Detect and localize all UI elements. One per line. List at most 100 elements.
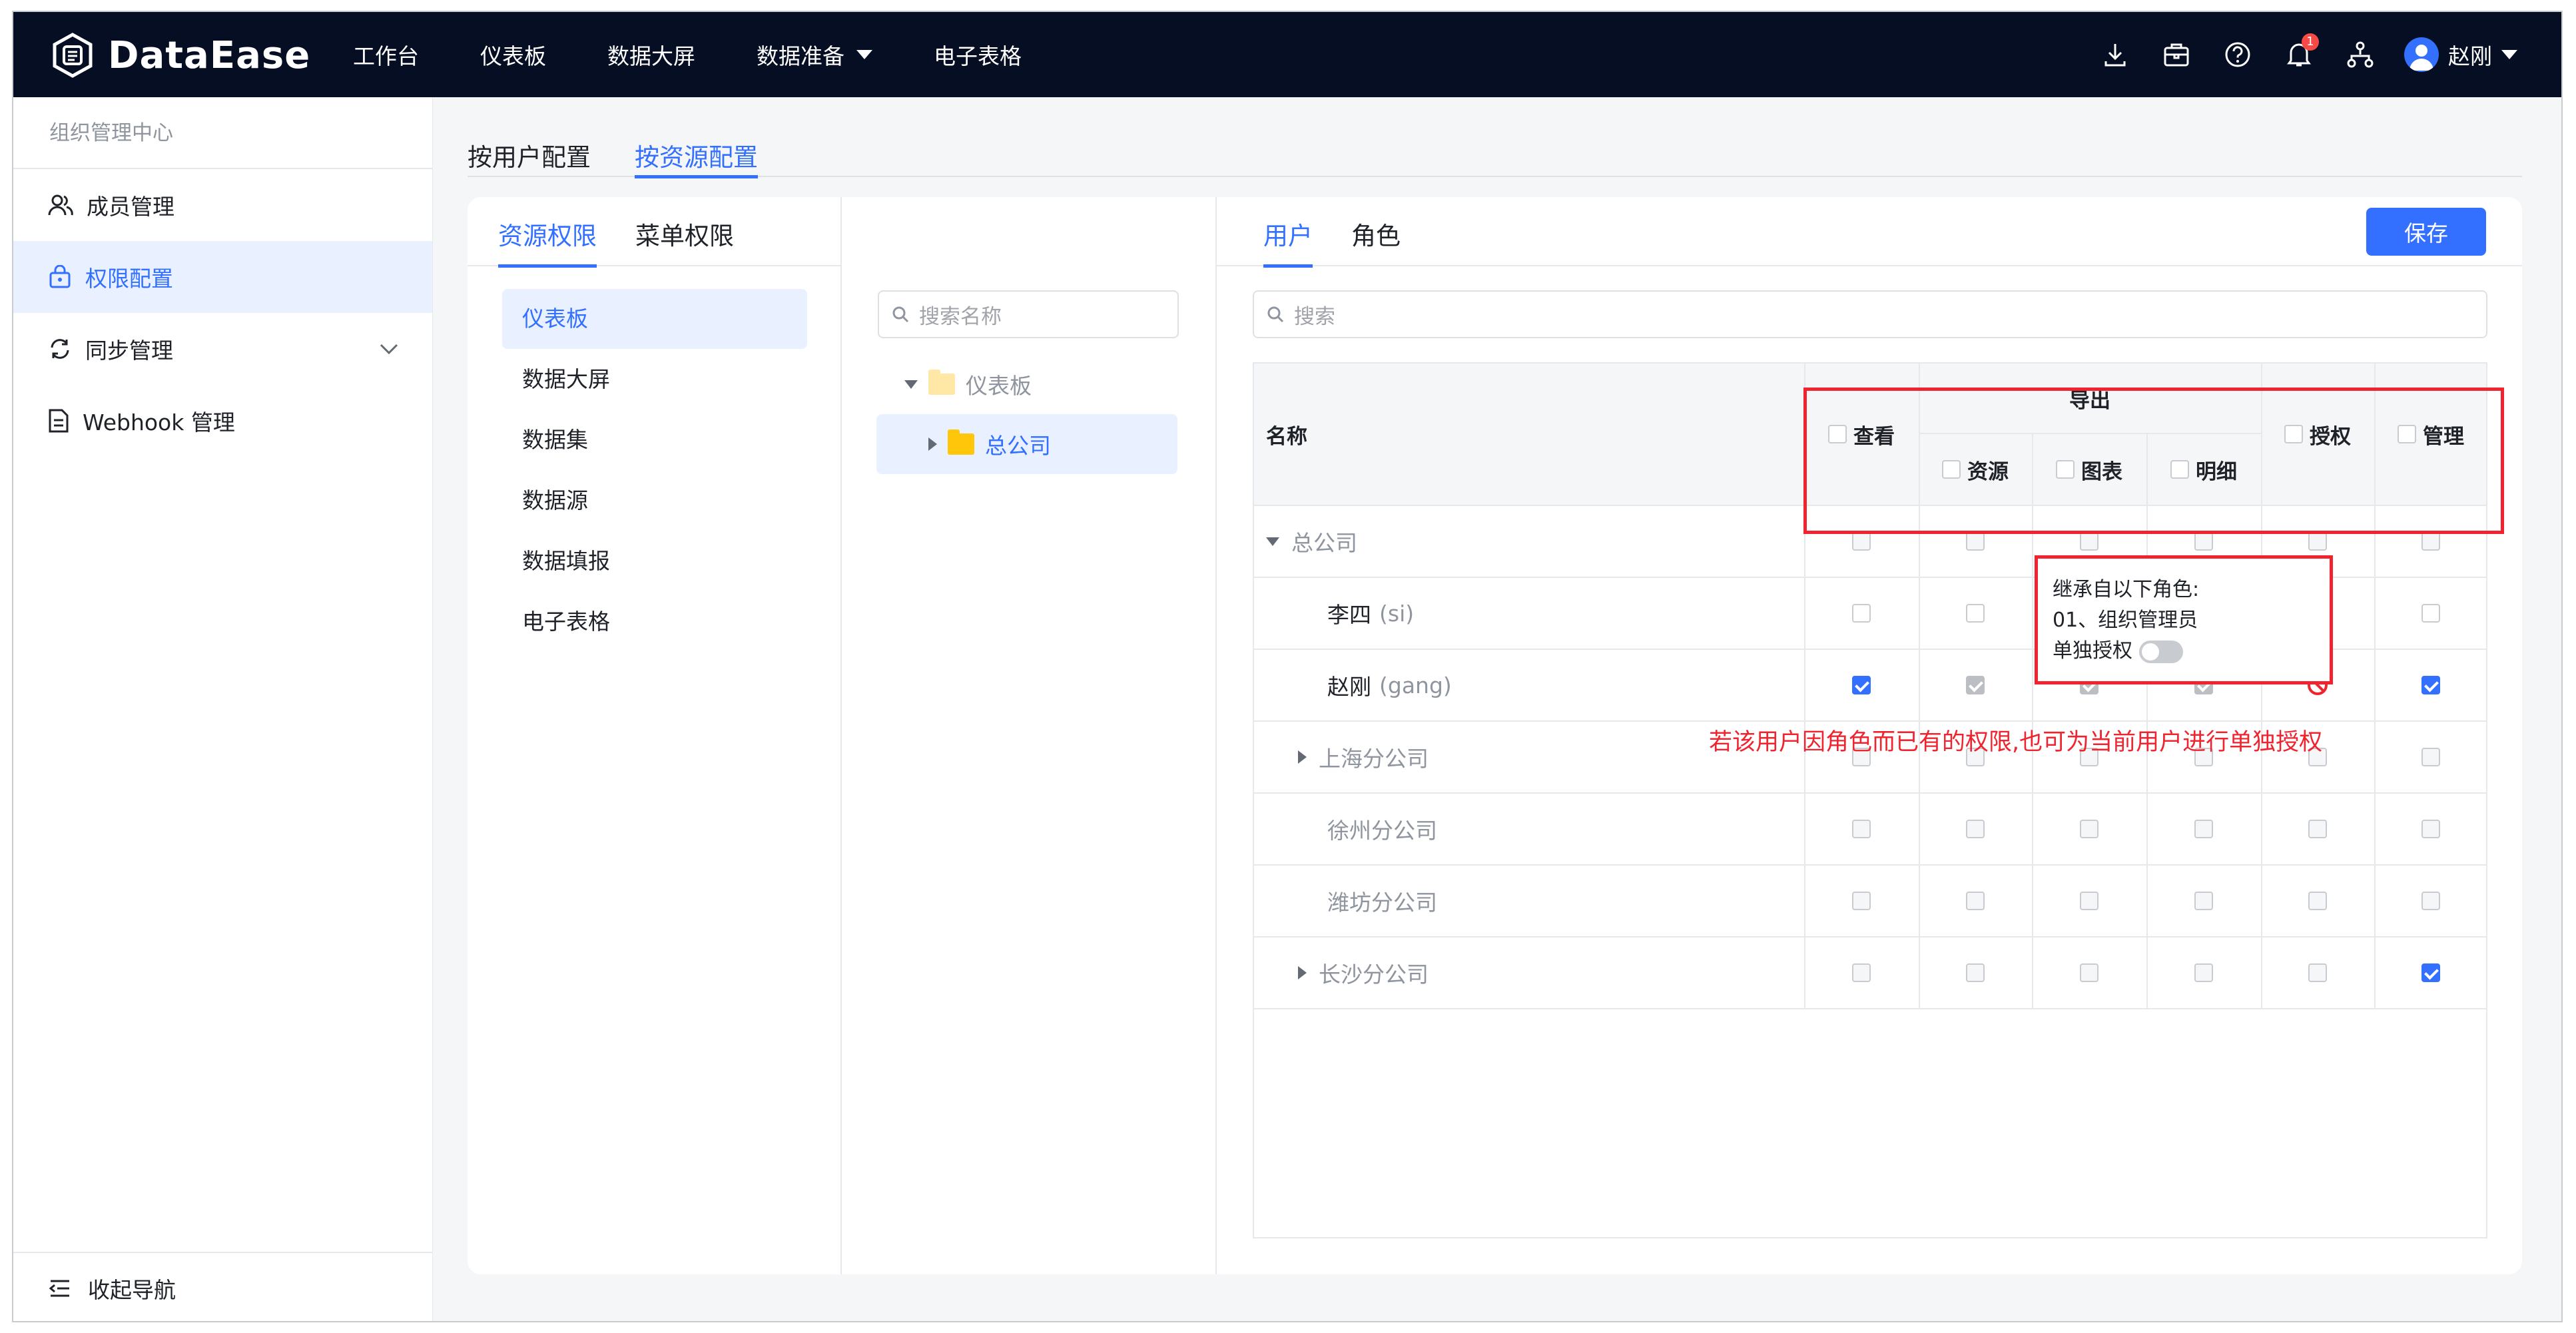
permission-checkbox[interactable] [1852, 676, 1871, 694]
list-item[interactable]: 电子表格 [502, 592, 807, 652]
permission-checkbox[interactable] [2421, 748, 2440, 766]
sidebar-item-label: Webhook 管理 [83, 409, 235, 435]
caret-down-icon [904, 380, 918, 389]
notification-bell-icon[interactable]: 1 [2282, 33, 2319, 72]
permission-checkbox[interactable] [2308, 892, 2327, 910]
table-cell [2374, 722, 2487, 792]
permission-checkbox[interactable] [1852, 532, 1871, 551]
tree-node-head-office[interactable]: 总公司 [876, 414, 1177, 474]
permission-checkbox[interactable] [2308, 532, 2327, 551]
permission-checkbox[interactable] [1966, 820, 1985, 838]
row-name-label: 上海分公司 [1319, 746, 1429, 772]
notification-badge: 1 [2302, 33, 2319, 51]
nav-item-screen[interactable]: 数据大屏 [607, 39, 695, 71]
table-cell [2374, 866, 2487, 936]
tab-resource-permission[interactable]: 资源权限 [498, 216, 597, 268]
nav-item-spreadsheet[interactable]: 电子表格 [934, 39, 1022, 71]
separate-grant-toggle[interactable] [2139, 640, 2183, 663]
list-item[interactable]: 数据集 [502, 410, 807, 470]
list-item[interactable]: 数据大屏 [502, 350, 807, 409]
list-item[interactable]: 数据填报 [502, 531, 807, 591]
sidebar-item-webhook[interactable]: Webhook 管理 [13, 385, 432, 457]
tab-users[interactable]: 用户 [1263, 216, 1313, 268]
permission-checkbox[interactable] [2194, 532, 2213, 551]
collapse-nav-button[interactable]: 收起导航 [13, 1252, 432, 1321]
permission-checkbox[interactable] [1966, 604, 1985, 623]
nav-item-workbench[interactable]: 工作台 [353, 39, 419, 71]
tree-node-label: 总公司 [985, 433, 1051, 459]
permission-checkbox[interactable] [2421, 892, 2440, 910]
collapse-nav-label: 收起导航 [88, 1277, 176, 1303]
caret-right-icon [928, 437, 937, 451]
config-mode-tabs: 按用户配置 按资源配置 [468, 137, 2522, 178]
folder-icon [928, 370, 955, 395]
sidebar-item-permissions[interactable]: 权限配置 [13, 241, 432, 313]
permission-checkbox[interactable] [2080, 532, 2098, 551]
tree-node-dashboard-root[interactable]: 仪表板 [876, 354, 1177, 414]
row-name: 上海分公司 [1298, 722, 1429, 792]
save-button[interactable]: 保存 [2366, 208, 2486, 256]
permission-checkbox[interactable] [1966, 676, 1985, 694]
download-icon[interactable] [2098, 37, 2132, 72]
tab-roles[interactable]: 角色 [1351, 216, 1401, 266]
permission-checkbox[interactable] [1966, 963, 1985, 982]
toolbox-icon[interactable] [2159, 37, 2194, 72]
permission-checkbox[interactable] [2421, 820, 2440, 838]
permission-checkbox[interactable] [1852, 820, 1871, 838]
table-cell [1919, 578, 2032, 649]
tab-menu-permission[interactable]: 菜单权限 [635, 216, 734, 266]
permission-checkbox[interactable] [2421, 963, 2440, 982]
table-cell [2146, 937, 2261, 1008]
annotation-text: 若该用户因角色而已有的权限,也可为当前用户进行单独授权 [1709, 729, 2323, 756]
list-item[interactable]: 仪表板 [502, 289, 807, 349]
user-search-input[interactable]: 搜索 [1253, 290, 2487, 338]
user-menu[interactable]: 赵刚 [2404, 37, 2517, 72]
user-name: 赵刚 [2448, 43, 2492, 69]
permission-checkbox[interactable] [2080, 963, 2098, 982]
sync-icon [51, 339, 69, 359]
permission-checkbox[interactable] [1852, 963, 1871, 982]
permission-checkbox[interactable] [2421, 604, 2440, 623]
sidebar-item-members[interactable]: 成员管理 [13, 169, 432, 241]
permission-checkbox[interactable] [2080, 820, 2098, 838]
permission-checkbox[interactable] [1966, 892, 1985, 910]
table-cell [2032, 794, 2146, 864]
caret-right-icon[interactable] [1298, 750, 1307, 764]
permission-checkbox[interactable] [1852, 604, 1871, 623]
permission-checkbox[interactable] [1966, 532, 1985, 551]
members-icon [48, 194, 73, 216]
list-item[interactable]: 数据源 [502, 471, 807, 531]
permission-checkbox[interactable] [2194, 963, 2213, 982]
logo[interactable]: DataEase [49, 32, 310, 79]
chevron-down-icon [380, 344, 398, 355]
permission-checkbox[interactable] [2421, 532, 2440, 551]
help-icon[interactable] [2220, 37, 2255, 72]
caret-down-icon[interactable] [1266, 537, 1279, 546]
nav-item-data-prep[interactable]: 数据准备 [757, 39, 872, 71]
permission-checkbox[interactable] [2308, 820, 2327, 838]
org-tree-icon[interactable] [2343, 37, 2378, 72]
caret-down-icon [2501, 50, 2517, 59]
nav-item-dashboard[interactable]: 仪表板 [480, 39, 546, 71]
tree-search-input[interactable]: 搜索名称 [878, 290, 1179, 338]
permission-checkbox[interactable] [2421, 676, 2440, 694]
top-navbar: DataEase 工作台 仪表板 数据大屏 数据准备 电子表格 1 赵刚 [13, 12, 2561, 97]
tooltip-line: 继承自以下角色: [2053, 578, 2200, 601]
sidebar-item-label: 同步管理 [85, 338, 173, 364]
sidebar-item-sync[interactable]: 同步管理 [13, 313, 432, 385]
caret-right-icon[interactable] [1298, 966, 1307, 979]
permission-checkbox[interactable] [2308, 963, 2327, 982]
permission-checkbox[interactable] [1852, 892, 1871, 910]
table-cell [1919, 937, 2032, 1008]
avatar [2404, 37, 2439, 72]
tab-by-resource[interactable]: 按资源配置 [635, 137, 758, 178]
table-row: 潍坊分公司 [1254, 866, 2486, 937]
permission-checkbox[interactable] [2080, 892, 2098, 910]
nav-label: 电子表格 [934, 43, 1022, 69]
table-cell [2261, 866, 2374, 936]
permission-checkbox[interactable] [2194, 892, 2213, 910]
tab-by-user[interactable]: 按用户配置 [468, 137, 591, 177]
permission-checkbox[interactable] [2194, 820, 2213, 838]
tree-node-label: 仪表板 [966, 373, 1032, 399]
table-cell [1804, 578, 1919, 649]
